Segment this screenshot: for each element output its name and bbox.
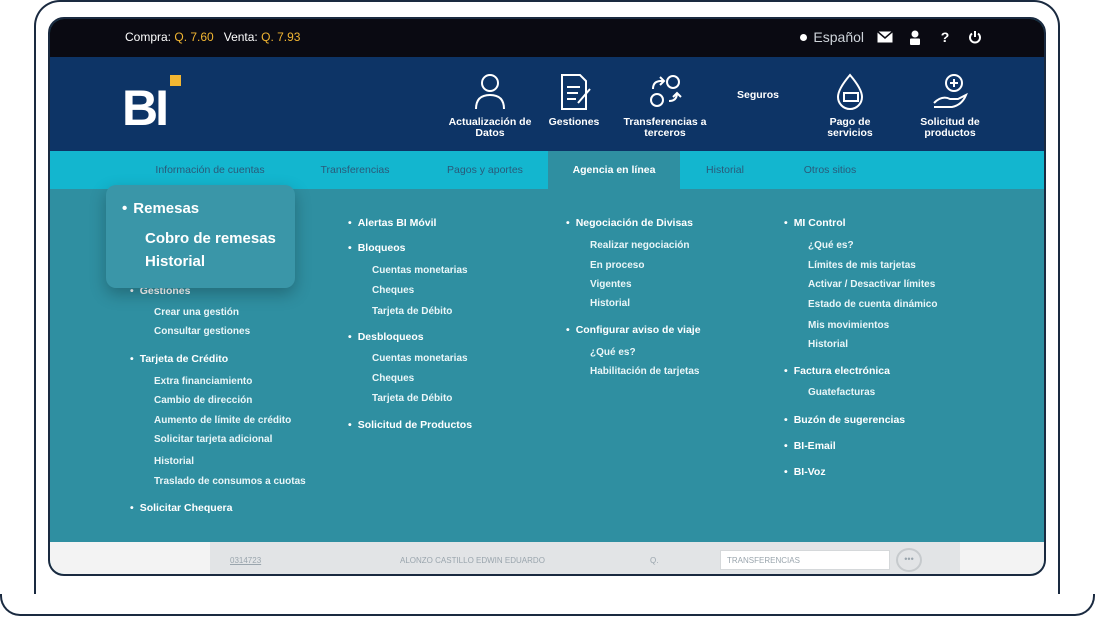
menu-link[interactable]: Cambio de dirección bbox=[154, 395, 252, 406]
menu-link[interactable]: Historial bbox=[590, 298, 630, 309]
menu-head-bi-email[interactable]: BI-Email bbox=[784, 440, 836, 452]
menu-link[interactable]: Historial bbox=[154, 456, 194, 467]
browser-screen: Compra: Q. 7.60 Venta: Q. 7.93 Español ? bbox=[48, 17, 1046, 576]
menu-head-factura-electronica[interactable]: Factura electrónica bbox=[784, 365, 890, 377]
account-bar-inner: 0314723 ALONZO CASTILLO EDWIN EDUARDO Q.… bbox=[210, 542, 960, 574]
person-icon bbox=[475, 74, 505, 110]
menu-link[interactable]: Solicitar tarjeta adicional bbox=[154, 434, 272, 445]
mail-icon[interactable] bbox=[876, 28, 894, 46]
menu-link[interactable]: Cheques bbox=[372, 285, 414, 296]
menu-link[interactable]: Habilitación de tarjetas bbox=[590, 366, 699, 377]
more-options-button[interactable]: ••• bbox=[896, 548, 922, 572]
sell-label: Venta: bbox=[223, 30, 258, 44]
nav-label: Transferencias a terceros bbox=[623, 116, 707, 139]
remesas-popover: Remesas Cobro de remesas Historial bbox=[106, 185, 295, 288]
transaction-type-field[interactable]: TRANSFERENCIAS bbox=[720, 550, 890, 570]
menu-link[interactable]: Límites de mis tarjetas bbox=[808, 260, 916, 271]
menu-link[interactable]: Mis movimientos bbox=[808, 320, 889, 331]
tab-informacion-cuentas[interactable]: Información de cuentas bbox=[140, 151, 280, 189]
tab-otros-sitios[interactable]: Otros sitios bbox=[780, 151, 880, 189]
menu-link[interactable]: Consultar gestiones bbox=[154, 326, 250, 337]
laptop-base bbox=[0, 594, 1095, 616]
nav-label: Actualización de Datos bbox=[448, 116, 532, 139]
user-icon[interactable] bbox=[906, 28, 924, 46]
menu-head-solicitud-productos[interactable]: Solicitud de Productos bbox=[348, 419, 472, 431]
document-edit-icon bbox=[561, 74, 591, 110]
popover-title-remesas[interactable]: Remesas bbox=[122, 200, 199, 217]
top-bar: Compra: Q. 7.60 Venta: Q. 7.93 Español ? bbox=[50, 19, 1044, 57]
menu-head-buzon-sugerencias[interactable]: Buzón de sugerencias bbox=[784, 414, 905, 426]
menu-link[interactable]: Aumento de límite de crédito bbox=[154, 415, 291, 426]
popover-link-cobro-remesas[interactable]: Cobro de remesas bbox=[145, 230, 276, 247]
power-icon[interactable] bbox=[966, 28, 984, 46]
exchange-rates: Compra: Q. 7.60 Venta: Q. 7.93 bbox=[125, 30, 300, 44]
menu-head-bloqueos[interactable]: Bloqueos bbox=[348, 242, 406, 254]
menu-link[interactable]: Historial bbox=[808, 339, 848, 350]
menu-head-bi-voz[interactable]: BI-Voz bbox=[784, 466, 826, 478]
nav-solicitud-productos[interactable]: Solicitud de productos bbox=[900, 73, 1000, 139]
account-holder-name: ALONZO CASTILLO EDWIN EDUARDO bbox=[400, 556, 545, 565]
menu-link[interactable]: Cuentas monetarias bbox=[372, 265, 468, 276]
menu-link[interactable]: Tarjeta de Débito bbox=[372, 306, 452, 317]
menu-link[interactable]: Cheques bbox=[372, 373, 414, 384]
top-bar-actions: Español ? bbox=[800, 28, 984, 46]
menu-link[interactable]: Realizar negociación bbox=[590, 240, 689, 251]
menu-link[interactable]: Traslado de consumos a cuotas bbox=[154, 476, 306, 487]
menu-link[interactable]: Vigentes bbox=[590, 279, 632, 290]
help-icon[interactable]: ? bbox=[936, 28, 954, 46]
tab-transferencias[interactable]: Transferencias bbox=[300, 151, 410, 189]
menu-link[interactable]: Estado de cuenta dinámico bbox=[808, 299, 937, 310]
hand-plus-icon bbox=[933, 74, 968, 108]
nav-seguros[interactable]: Seguros bbox=[730, 90, 786, 101]
nav-label: Gestiones bbox=[548, 116, 600, 128]
account-bar: 0314723 ALONZO CASTILLO EDWIN EDUARDO Q.… bbox=[50, 542, 1044, 574]
main-header: BI Actualización de Datos Gestiones Tran… bbox=[50, 57, 1044, 151]
language-label: Español bbox=[813, 29, 864, 45]
menu-head-mi-control[interactable]: MI Control bbox=[784, 217, 846, 229]
menu-link[interactable]: Activar / Desactivar límites bbox=[808, 279, 935, 290]
nav-transferencias[interactable]: Transferencias a terceros bbox=[620, 73, 710, 139]
nav-pago-servicios[interactable]: Pago de servicios bbox=[810, 73, 890, 139]
menu-head-negociacion-divisas[interactable]: Negociación de Divisas bbox=[566, 217, 693, 229]
menu-head-tarjeta-credito[interactable]: Tarjeta de Crédito bbox=[130, 353, 229, 365]
nav-gestiones[interactable]: Gestiones bbox=[544, 73, 604, 128]
account-number[interactable]: 0314723 bbox=[230, 556, 261, 565]
nav-label: Solicitud de productos bbox=[920, 116, 980, 139]
tab-bar: Información de cuentas Transferencias Pa… bbox=[50, 151, 1044, 189]
tab-agencia-en-linea[interactable]: Agencia en línea bbox=[548, 151, 680, 189]
tab-historial[interactable]: Historial bbox=[690, 151, 760, 189]
logo-text: BI bbox=[122, 80, 169, 136]
menu-link[interactable]: ¿Qué es? bbox=[808, 240, 854, 251]
logo-square-icon bbox=[170, 75, 181, 86]
language-selector[interactable]: Español bbox=[800, 29, 864, 45]
bank-logo[interactable]: BI bbox=[122, 75, 182, 136]
nav-label: Seguros bbox=[736, 89, 779, 101]
menu-link[interactable]: Crear una gestión bbox=[154, 307, 239, 318]
menu-head-solicitar-chequera[interactable]: Solicitar Chequera bbox=[130, 502, 233, 514]
menu-link[interactable]: Cuentas monetarias bbox=[372, 353, 468, 364]
popover-link-historial[interactable]: Historial bbox=[145, 253, 205, 270]
menu-head-alertas[interactable]: Alertas BI Móvil bbox=[348, 217, 437, 229]
menu-link[interactable]: Tarjeta de Débito bbox=[372, 393, 452, 404]
menu-head-desbloqueos[interactable]: Desbloqueos bbox=[348, 331, 424, 343]
menu-link[interactable]: ¿Qué es? bbox=[590, 347, 636, 358]
nav-label: Pago de servicios bbox=[827, 116, 873, 139]
menu-head-aviso-viaje[interactable]: Configurar aviso de viaje bbox=[566, 324, 701, 336]
sell-value: Q. 7.93 bbox=[261, 30, 301, 44]
menu-link[interactable]: Extra financiamiento bbox=[154, 376, 252, 387]
buy-value: Q. 7.60 bbox=[174, 30, 214, 44]
menu-link[interactable]: Guatefacturas bbox=[808, 387, 875, 398]
transfer-icon bbox=[650, 75, 682, 107]
currency-label: Q. bbox=[650, 556, 659, 565]
tab-pagos-aportes[interactable]: Pagos y aportes bbox=[430, 151, 540, 189]
buy-label: Compra: bbox=[125, 30, 172, 44]
radio-dot-icon bbox=[800, 33, 808, 41]
nav-actualizacion[interactable]: Actualización de Datos bbox=[440, 73, 540, 139]
service-payment-icon bbox=[836, 73, 864, 110]
menu-link[interactable]: En proceso bbox=[590, 260, 644, 271]
